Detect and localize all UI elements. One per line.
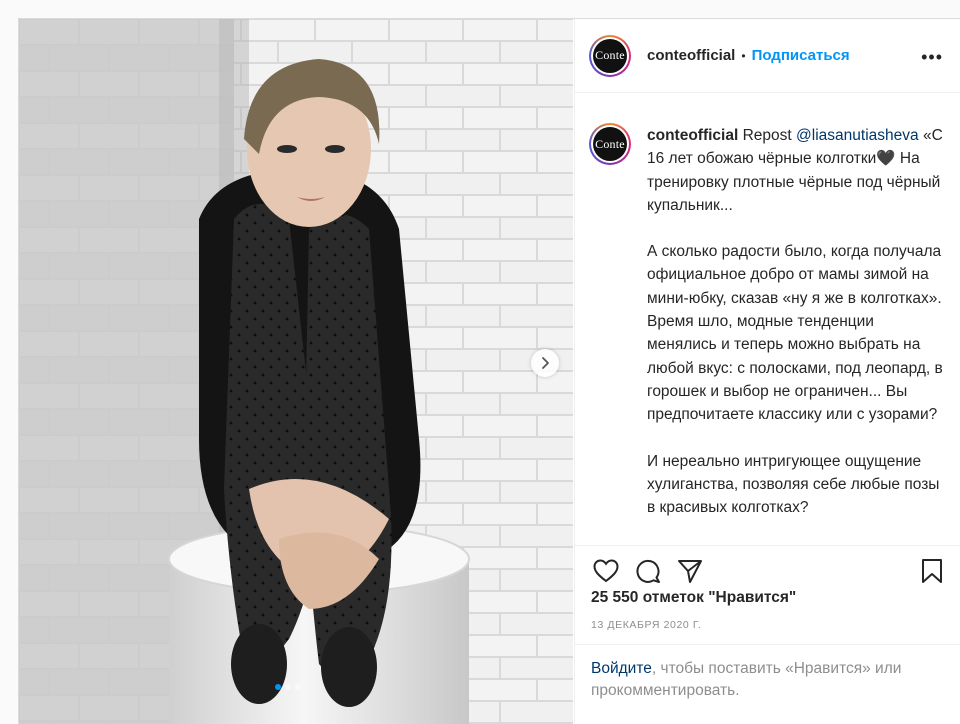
caption: Conte conteofficial Repost @liasanutiash… bbox=[575, 94, 960, 544]
carousel-dot bbox=[285, 684, 291, 690]
caption-prefix: Repost bbox=[742, 127, 792, 144]
caption-username[interactable]: conteofficial bbox=[647, 127, 738, 144]
more-options-icon[interactable]: ••• bbox=[921, 47, 943, 68]
carousel-indicator bbox=[275, 684, 301, 690]
post-header: Conte conteofficial • Подписаться ••• bbox=[575, 19, 960, 93]
post-side-panel: Conte conteofficial • Подписаться ••• Co… bbox=[574, 19, 960, 724]
post-date[interactable]: 13 ДЕКАБРЯ 2020 Г. bbox=[591, 619, 701, 631]
action-bar bbox=[575, 545, 960, 595]
caption-avatar[interactable]: Conte bbox=[589, 123, 631, 165]
caption-text: conteofficial Repost @liasanutiasheva «С… bbox=[647, 124, 945, 544]
photo-scene bbox=[19, 19, 573, 724]
carousel-next-button[interactable] bbox=[531, 349, 559, 377]
login-link[interactable]: Войдите bbox=[591, 660, 652, 677]
caption-mention[interactable]: @liasanutiasheva bbox=[796, 127, 919, 144]
carousel-dot bbox=[295, 684, 301, 690]
heart-icon bbox=[593, 558, 619, 582]
like-button[interactable] bbox=[591, 556, 621, 586]
share-button[interactable] bbox=[675, 556, 705, 586]
separator-dot: • bbox=[741, 48, 746, 63]
instagram-post: Conte conteofficial • Подписаться ••• Co… bbox=[18, 18, 960, 724]
post-photo[interactable] bbox=[19, 19, 573, 724]
likes-count[interactable]: 25 550 отметок "Нравится" bbox=[591, 589, 796, 607]
conte-logo: Conte bbox=[593, 38, 627, 73]
caption-paragraph-2: А сколько радости было, когда получала о… bbox=[647, 243, 943, 424]
save-button[interactable] bbox=[917, 556, 947, 586]
paper-plane-icon bbox=[678, 559, 702, 583]
caption-paragraph-3: И нереально интригующее ощущение хулиган… bbox=[647, 452, 940, 517]
follow-button[interactable]: Подписаться bbox=[752, 47, 850, 64]
avatar[interactable]: Conte bbox=[589, 34, 631, 77]
chevron-right-icon bbox=[542, 357, 549, 369]
login-prompt: Войдите, чтобы поставить «Нравится» или … bbox=[575, 644, 960, 702]
bookmark-icon bbox=[922, 559, 942, 583]
conte-logo: Conte bbox=[593, 127, 627, 161]
comment-button[interactable] bbox=[633, 556, 663, 586]
carousel-dot bbox=[275, 684, 281, 690]
comment-icon bbox=[636, 559, 660, 583]
post-username[interactable]: conteofficial bbox=[647, 47, 735, 64]
